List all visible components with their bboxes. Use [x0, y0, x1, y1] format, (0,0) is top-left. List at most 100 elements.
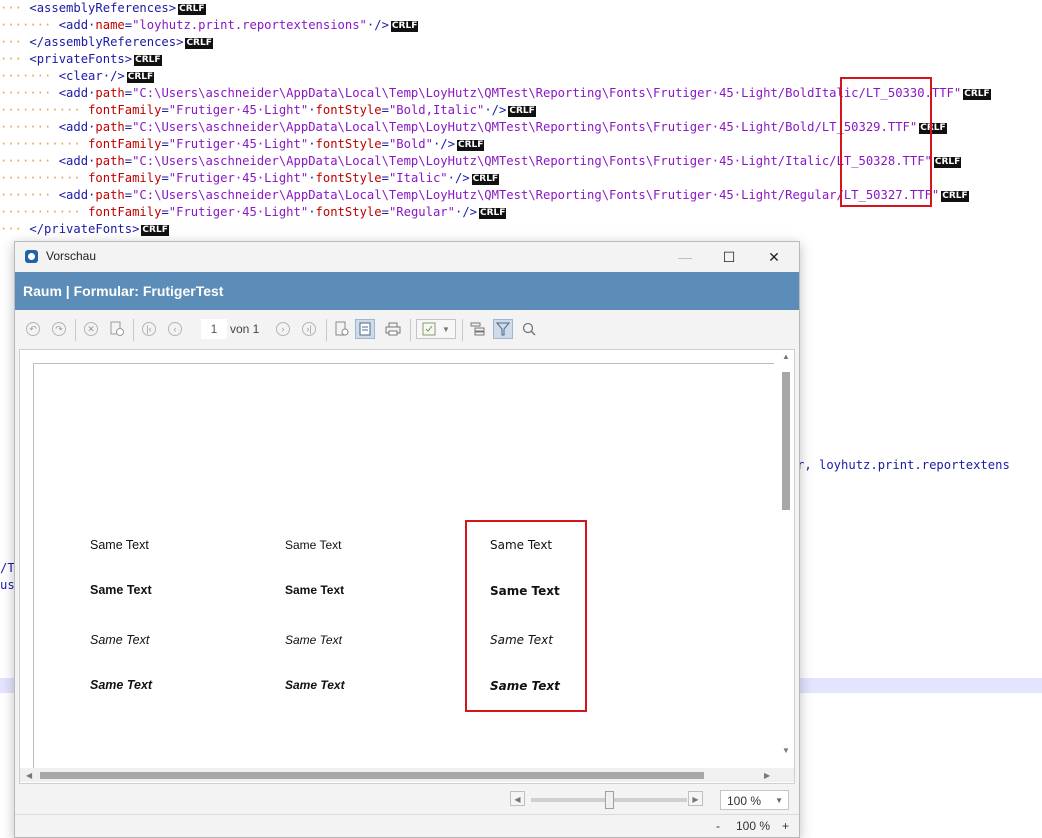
- sample-text-regular: Same Text: [285, 538, 342, 552]
- code-token: fontFamily: [88, 171, 162, 185]
- line-ending-marker: CRLF: [126, 72, 155, 83]
- code-token: =: [161, 171, 169, 185]
- code-token: <add·: [58, 154, 96, 168]
- indent-whitespace-marker: ···········: [0, 205, 89, 219]
- document-map-icon[interactable]: [468, 319, 488, 339]
- code-token: path: [95, 154, 125, 168]
- code-token: ·/>: [454, 205, 477, 219]
- zoom-slider-thumb[interactable]: [605, 791, 614, 809]
- code-token: <add·: [58, 18, 96, 32]
- indent-whitespace-marker: ···········: [0, 137, 89, 151]
- code-token: fontStyle: [315, 103, 382, 117]
- zoom-out-icon[interactable]: ◀: [510, 791, 525, 806]
- minimize-button[interactable]: —: [663, 242, 707, 272]
- code-token: fontStyle: [315, 171, 382, 185]
- code-token: "Bold": [388, 137, 433, 151]
- code-line: ··· </privateFonts> CRLF: [0, 221, 169, 238]
- filter-icon[interactable]: [493, 319, 513, 339]
- code-token: =: [124, 86, 133, 100]
- undo-icon[interactable]: ↶: [23, 319, 43, 339]
- page-setup-icon[interactable]: [332, 319, 352, 339]
- indent-whitespace-marker: ···········: [0, 171, 89, 185]
- status-zoom-out-button[interactable]: -: [716, 819, 720, 833]
- print-icon[interactable]: [383, 319, 403, 339]
- form-banner: Raum | Formular: FrutigerTest: [15, 272, 799, 310]
- code-token: <add·: [58, 188, 96, 202]
- horizontal-scroll-thumb[interactable]: [40, 772, 704, 779]
- scroll-left-icon[interactable]: ◀: [26, 771, 32, 780]
- code-token: =: [124, 120, 133, 134]
- code-token: "C:\Users\aschneider\AppData\Local\Temp\…: [132, 188, 940, 202]
- preview-toolbar: ↶ ↷ ✕ |‹ ‹ 1 von 1 › ›| ▼: [15, 314, 799, 344]
- form-title: Raum | Formular: FrutigerTest: [23, 283, 224, 299]
- scroll-right-icon[interactable]: ▶: [764, 771, 770, 780]
- page-number-input[interactable]: 1: [201, 319, 227, 339]
- indent-whitespace-marker: ···: [0, 222, 30, 236]
- code-line: ······· <add·path="C:\Users\aschneider\A…: [0, 119, 947, 136]
- code-token: <add·: [58, 120, 96, 134]
- redo-icon[interactable]: ↷: [49, 319, 69, 339]
- code-token: =: [124, 188, 133, 202]
- code-token: </privateFonts>: [29, 222, 140, 236]
- close-button[interactable]: ✕: [752, 242, 796, 272]
- line-ending-marker: CRLF: [941, 191, 969, 202]
- sample-text-bold-italic: Same Text: [90, 678, 153, 692]
- code-line: ··········· fontFamily="Frutiger·45·Ligh…: [0, 170, 500, 187]
- search-icon[interactable]: [519, 319, 539, 339]
- code-line: ······· <add·name="loyhutz.print.reporte…: [0, 17, 419, 34]
- app-icon: [25, 250, 38, 263]
- maximize-button[interactable]: ☐: [707, 242, 751, 272]
- status-zoom-in-button[interactable]: +: [782, 819, 789, 833]
- code-token: =: [124, 18, 133, 32]
- code-token: <add·: [58, 86, 96, 100]
- next-page-icon[interactable]: ›: [273, 319, 293, 339]
- scroll-up-icon[interactable]: ▲: [782, 352, 790, 361]
- code-line: ··········· fontFamily="Frutiger·45·Ligh…: [0, 204, 507, 221]
- last-page-icon[interactable]: ›|: [299, 319, 319, 339]
- stop-icon[interactable]: ✕: [81, 319, 101, 339]
- code-token: =: [381, 171, 389, 185]
- single-page-view-icon[interactable]: [355, 319, 375, 339]
- code-fragment-left-a: /T: [0, 561, 15, 575]
- vertical-scroll-thumb[interactable]: [782, 372, 790, 510]
- code-token: path: [95, 120, 125, 134]
- line-ending-marker: CRLF: [178, 4, 206, 15]
- horizontal-scrollbar[interactable]: ◀ ▶: [20, 768, 794, 782]
- line-ending-marker: CRLF: [471, 174, 500, 185]
- code-line: ······· <clear·/> CRLF: [0, 68, 155, 85]
- indent-whitespace-marker: ···: [0, 1, 30, 15]
- preview-window: Vorschau — ☐ ✕ Raum | Formular: Frutiger…: [14, 241, 800, 838]
- line-ending-marker: CRLF: [390, 21, 419, 32]
- code-token: fontStyle: [315, 205, 382, 219]
- code-token: "Regular": [388, 205, 455, 219]
- code-token: fontFamily: [88, 103, 162, 117]
- export-dropdown[interactable]: ▼: [416, 319, 456, 339]
- sample-text-italic: Same Text: [285, 633, 342, 647]
- font-path-highlight-box: [840, 77, 932, 207]
- sample-text-bold-italic: Same Text: [285, 678, 345, 692]
- zoom-select[interactable]: 100 % ▼: [720, 790, 789, 810]
- code-token: "Frutiger·45·Light": [168, 171, 309, 185]
- toolbar-separator: [133, 319, 134, 341]
- code-token: "C:\Users\aschneider\AppData\Local\Temp\…: [132, 154, 932, 168]
- previous-page-icon[interactable]: ‹: [165, 319, 185, 339]
- refresh-document-icon[interactable]: [107, 319, 127, 339]
- code-token: fontStyle: [315, 137, 382, 151]
- code-line: ······· <add·path="C:\Users\aschneider\A…: [0, 187, 969, 204]
- code-token: "Frutiger·45·Light": [168, 103, 309, 117]
- code-token: "Bold,Italic": [388, 103, 485, 117]
- code-token: =: [161, 103, 169, 117]
- indent-whitespace-marker: ·······: [0, 18, 59, 32]
- code-token: ·: [308, 137, 316, 151]
- line-ending-marker: CRLF: [134, 55, 162, 66]
- code-line: ··········· fontFamily="Frutiger·45·Ligh…: [0, 136, 485, 153]
- code-token: =: [381, 137, 389, 151]
- zoom-in-icon[interactable]: ▶: [688, 791, 703, 806]
- report-viewport[interactable]: Same Text Same Text Same Text Same Text …: [19, 349, 795, 784]
- first-page-icon[interactable]: |‹: [139, 319, 159, 339]
- scroll-down-icon[interactable]: ▼: [782, 746, 790, 755]
- vertical-scrollbar[interactable]: ▲ ▼: [779, 350, 793, 768]
- zoom-bar: ◀ ▶ 100 % ▼: [15, 788, 799, 812]
- line-ending-marker: CRLF: [933, 157, 962, 168]
- title-bar[interactable]: Vorschau — ☐ ✕: [15, 242, 799, 272]
